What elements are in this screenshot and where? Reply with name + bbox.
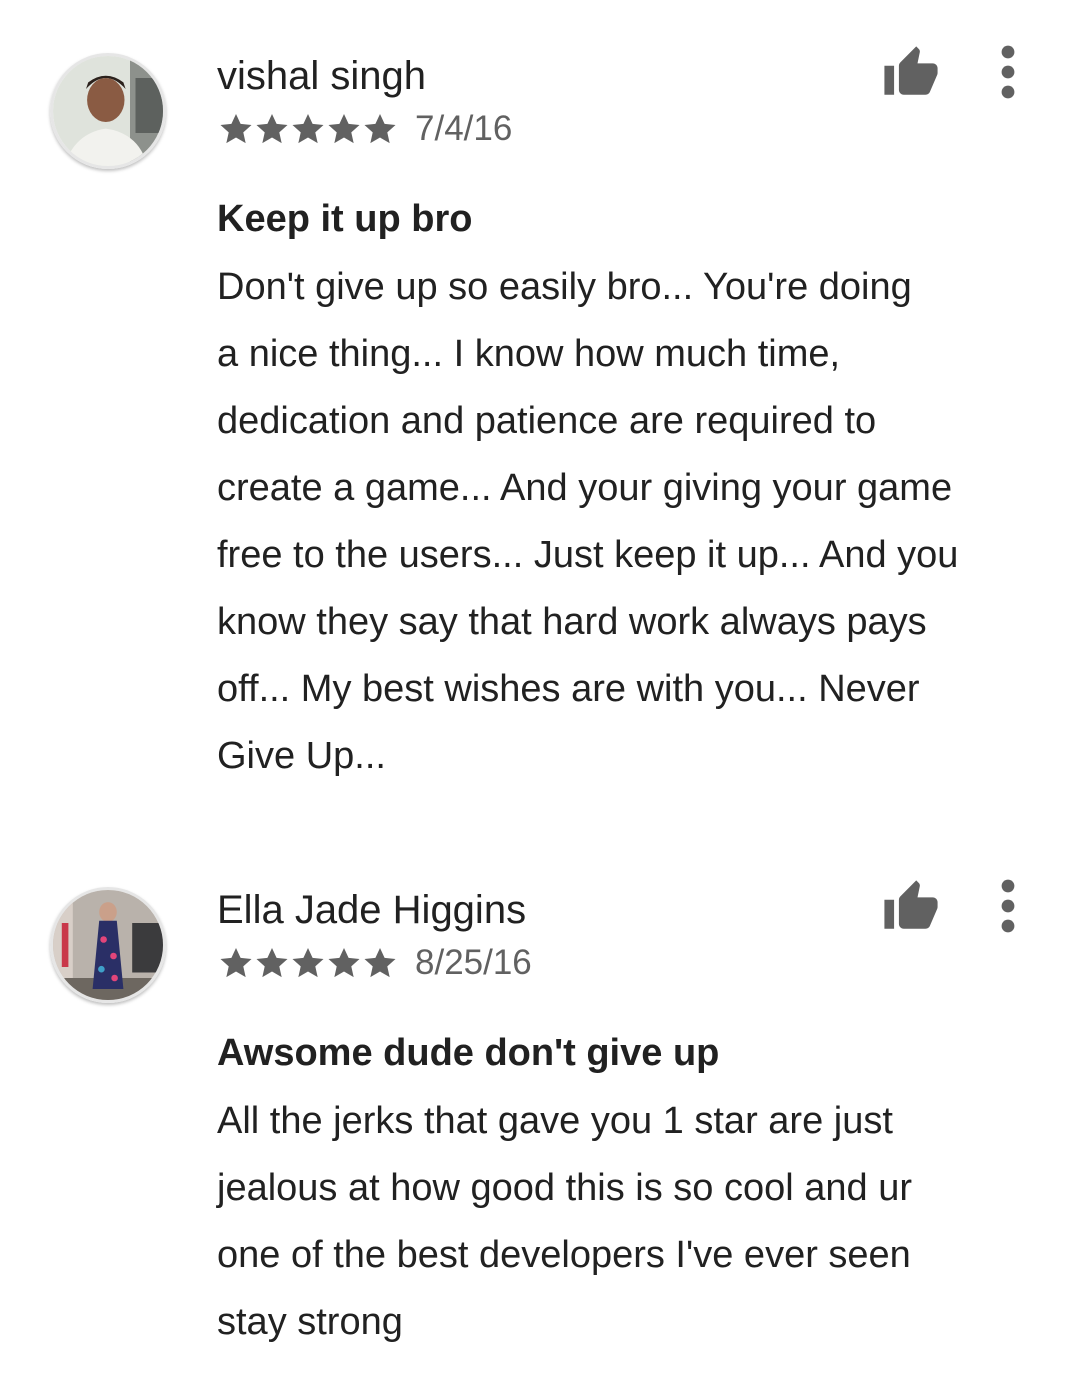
review-date: 8/25/16 (415, 943, 532, 982)
reviewer-name: Ella Jade Higgins (217, 888, 527, 932)
review-body-line: off... My best wishes are with you... Ne… (217, 668, 920, 710)
review-body-line: jealous at how good this is so cool and … (217, 1167, 912, 1209)
avatar[interactable] (50, 887, 166, 1003)
star-icon (256, 947, 288, 978)
reviewer-name: vishal singh (217, 54, 427, 98)
review-title: Awsome dude don't give up (217, 1032, 720, 1074)
review-body-line: know they say that hard work always pays (217, 601, 927, 643)
review-body-line: one of the best developers I've ever see… (217, 1234, 911, 1276)
star-icon (364, 947, 396, 978)
review-body-line: create a game... And your giving your ga… (217, 467, 953, 509)
star-icon (292, 113, 324, 144)
star-icon (220, 113, 252, 144)
review-body-line: stay strong (217, 1301, 403, 1343)
review-body-line: free to the users... Just keep it up... … (217, 534, 959, 576)
star-rating (217, 110, 397, 148)
star-rating (217, 944, 397, 982)
review-body: All the jerks that gave you 1 star are j… (217, 1088, 1052, 1356)
review-title: Keep it up bro (217, 198, 473, 240)
star-icon (256, 113, 288, 144)
more-vert-icon[interactable] (988, 878, 1028, 934)
review-body-line: All the jerks that gave you 1 star are j… (217, 1100, 893, 1142)
thumbs-up-icon[interactable] (882, 44, 940, 102)
review-body-line: dedication and patience are required to (217, 400, 877, 442)
review-body-line: Don't give up so easily bro... You're do… (217, 266, 912, 308)
avatar[interactable] (50, 53, 166, 169)
star-icon (328, 113, 360, 144)
thumbs-up-icon[interactable] (882, 878, 940, 936)
review-date: 7/4/16 (415, 109, 513, 148)
review-body-line: Give Up... (217, 735, 386, 777)
review-body: Don't give up so easily bro... You're do… (217, 254, 1052, 790)
star-icon (364, 113, 396, 144)
review-meta: 7/4/16 (217, 108, 512, 150)
review-meta: 8/25/16 (217, 942, 532, 984)
star-icon (292, 947, 324, 978)
more-vert-icon[interactable] (988, 44, 1028, 100)
star-icon (220, 947, 252, 978)
review-body-line: a nice thing... I know how much time, (217, 333, 841, 375)
star-icon (328, 947, 360, 978)
